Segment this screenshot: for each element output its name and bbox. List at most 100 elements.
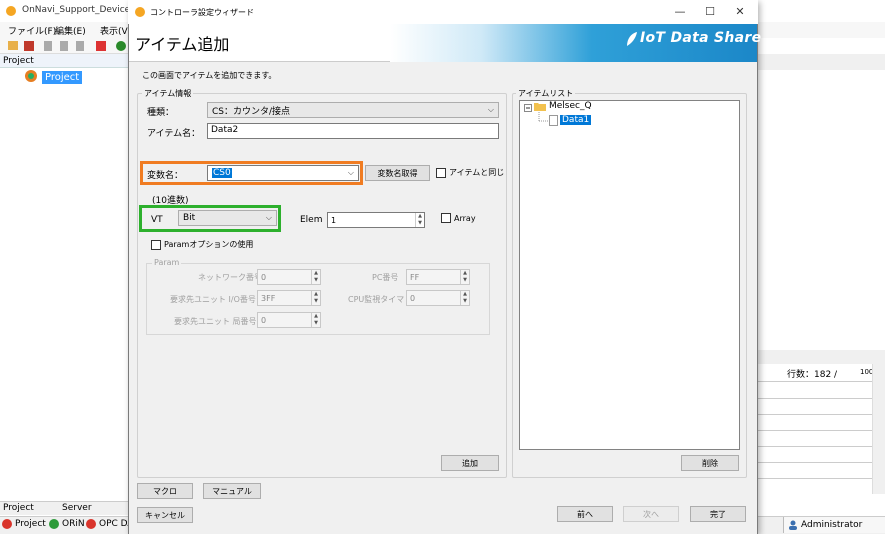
right-lower-panel-header [757, 350, 885, 364]
request-unit-io-value: 3FF [261, 293, 276, 303]
tree-node-melsec-q[interactable]: Melsec_Q [549, 101, 592, 111]
item-name-label: アイテム名： [147, 129, 201, 139]
brand-name: IoT Data Share [640, 30, 762, 46]
background-toolbar [0, 38, 130, 54]
right-panel-header [757, 54, 885, 70]
project-panel-title: Project [3, 56, 34, 66]
project-tree[interactable] [0, 68, 130, 498]
elem-spinner[interactable]: 1 ▲ ▼ [327, 212, 425, 228]
manual-button[interactable]: マニュアル [203, 483, 261, 499]
item-info-group-label: アイテム情報 [142, 88, 194, 99]
error-icon [2, 519, 12, 529]
status-opcda: OPC DA [86, 519, 134, 529]
row-divider [757, 430, 872, 431]
minimize-button[interactable]: — [665, 3, 695, 21]
vt-select-value: Bit [183, 213, 196, 223]
spinner-arrows-icon[interactable]: ▲ ▼ [415, 213, 424, 227]
request-unit-station-spinner[interactable]: 0 ▲ ▼ [257, 312, 321, 328]
log-list[interactable]: 行数：182 / 10000 [757, 364, 882, 494]
status-project: Project [2, 519, 46, 529]
network-no-value: 0 [261, 272, 267, 282]
variable-name-label: 変数名： [147, 171, 184, 181]
array-label: Array [454, 213, 476, 223]
spinner-arrows-icon[interactable]: ▲ ▼ [460, 270, 469, 284]
macro-button[interactable]: マクロ [137, 483, 193, 499]
spinner-arrows-icon[interactable]: ▲ ▼ [311, 270, 320, 284]
user-icon [789, 520, 797, 530]
type-select-value: CS：カウンタ/接点 [212, 106, 291, 117]
status-orin-label: ORiN [62, 519, 85, 529]
document-icon [549, 115, 558, 126]
add-button[interactable]: 追加 [441, 455, 499, 471]
app-logo-icon [6, 6, 16, 16]
page-heading: アイテム追加 [135, 35, 230, 54]
row-divider [757, 381, 872, 382]
menu-view[interactable]: 表示(V [100, 24, 128, 37]
vt-select[interactable]: Bit ⌵ [178, 210, 277, 226]
delete-button[interactable]: 削除 [681, 455, 739, 471]
next-button[interactable]: 次へ [623, 506, 679, 522]
error-icon [86, 519, 96, 529]
param-option-checkbox[interactable]: Paramオプションの使用 [151, 239, 253, 250]
spinner-arrows-icon[interactable]: ▲ ▼ [460, 291, 469, 305]
item-name-input[interactable]: Data2 [207, 123, 499, 139]
row-divider [757, 446, 872, 447]
cancel-button[interactable]: キャンセル [137, 507, 193, 523]
network-no-label: ネットワーク番号 [198, 273, 262, 282]
checkbox-box[interactable] [436, 167, 446, 178]
checkbox-box[interactable] [151, 239, 161, 250]
type-select[interactable]: CS：カウンタ/接点 ⌵ [207, 102, 499, 118]
close-button[interactable]: ✕ [725, 3, 755, 21]
spinner-arrows-icon[interactable]: ▲ ▼ [311, 291, 320, 305]
network-no-spinner[interactable]: 0 ▲ ▼ [257, 269, 321, 285]
tree-node-data1[interactable]: Data1 [560, 115, 592, 125]
instruction-text: この画面でアイテムを追加できます。 [142, 71, 277, 80]
pc-no-label: PC番号 [372, 273, 399, 282]
menu-file[interactable]: ファイル(F) [8, 24, 56, 37]
spinner-arrows-icon[interactable]: ▲ ▼ [311, 313, 320, 327]
log-scrollbar[interactable] [872, 364, 885, 494]
project-tree-icon [25, 70, 37, 82]
variable-name-combo[interactable]: CS0 ⌵ [207, 165, 359, 181]
back-button[interactable]: 前へ [557, 506, 613, 522]
param-group-label: Param [152, 258, 182, 267]
user-name: Administrator [801, 520, 863, 530]
finish-button[interactable]: 完了 [690, 506, 746, 522]
cpu-timer-label: CPU監視タイマ [348, 295, 405, 304]
chevron-down-icon: ⌵ [265, 213, 272, 222]
bottom-tab-bar: Project Server [0, 501, 130, 515]
status-orin: ORiN [49, 519, 85, 529]
same-as-item-checkbox[interactable]: アイテムと同じ [436, 167, 504, 178]
request-unit-station-value: 0 [261, 315, 267, 325]
toolbar-icons[interactable] [0, 38, 130, 54]
type-label: 種類： [147, 108, 175, 118]
get-variable-name-button[interactable]: 変数名取得 [365, 165, 430, 181]
array-checkbox[interactable]: Array [441, 213, 476, 223]
request-unit-station-label: 要求先ユニット 局番号 [174, 317, 257, 326]
pc-no-value: FF [410, 272, 420, 282]
vt-label: VT [151, 215, 163, 225]
tab-server[interactable]: Server [62, 503, 92, 513]
user-indicator: Administrator [783, 517, 885, 533]
same-as-item-label: アイテムと同じ [449, 168, 505, 177]
request-unit-io-label: 要求先ユニット I/O番号 [170, 295, 256, 304]
leaf-logo-icon [627, 32, 637, 46]
right-panel-content [757, 70, 885, 350]
check-icon [49, 519, 59, 529]
elem-label: Elem [300, 215, 323, 225]
pc-no-spinner[interactable]: FF ▲ ▼ [406, 269, 470, 285]
menu-edit[interactable]: 編集(E) [55, 24, 86, 37]
dialog-title: コントローラ設定ウィザード [150, 8, 254, 17]
cpu-timer-spinner[interactable]: 0 ▲ ▼ [406, 290, 470, 306]
row-divider [757, 462, 872, 463]
request-unit-io-spinner[interactable]: 3FF ▲ ▼ [257, 290, 321, 306]
item-tree[interactable] [519, 100, 740, 450]
tab-project[interactable]: Project [3, 503, 34, 513]
tree-node-project[interactable]: Project [42, 71, 83, 84]
row-count-label: 行数：182 / [787, 370, 838, 380]
maximize-button[interactable]: ☐ [695, 3, 725, 21]
checkbox-box[interactable] [441, 213, 451, 223]
row-divider [757, 398, 872, 399]
cpu-timer-value: 0 [410, 293, 416, 303]
status-project-label: Project [15, 519, 46, 529]
